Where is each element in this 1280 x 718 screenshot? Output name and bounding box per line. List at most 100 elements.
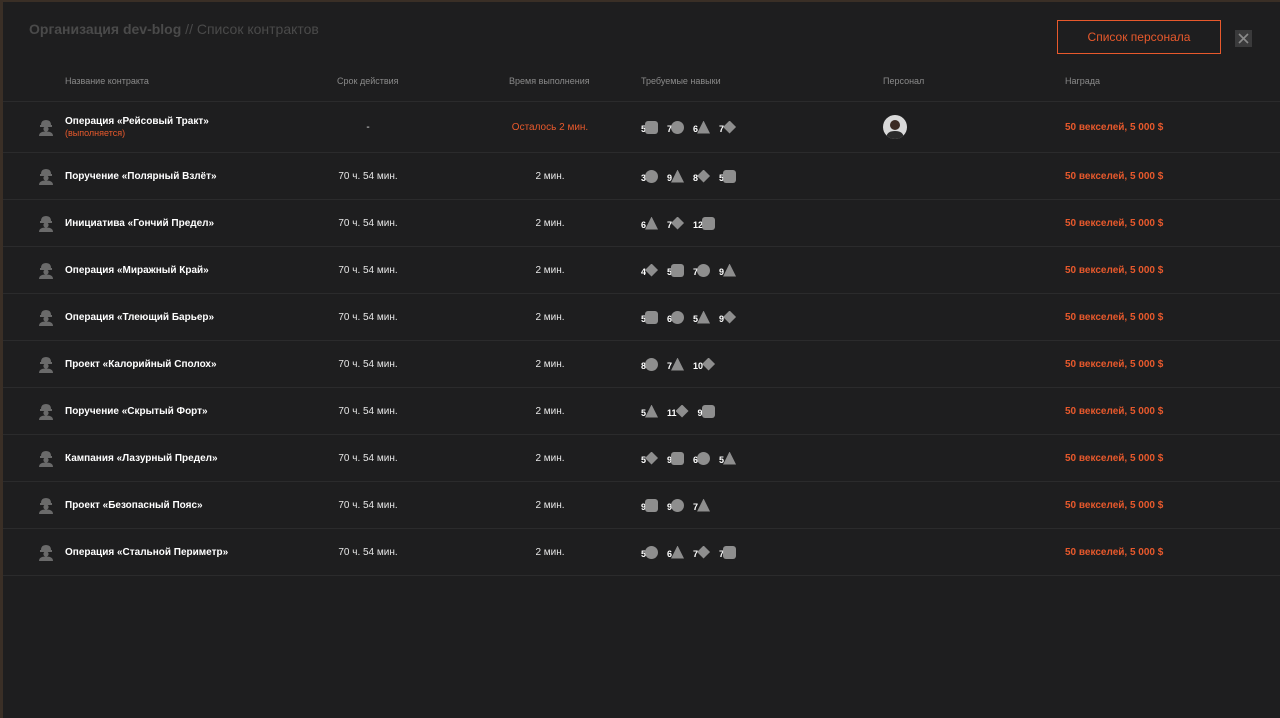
contracts-panel: Организация dev-blog // Список контракто… — [3, 2, 1280, 718]
skill-icon — [697, 169, 711, 183]
contract-exec-time: 2 мин. — [535, 546, 565, 558]
staff-list-button[interactable]: Список персонала — [1057, 20, 1221, 54]
contract-reward: 50 векселей, 5 000 $ — [1065, 121, 1164, 133]
table-row[interactable]: Поручение «Скрытый Форт» 70 ч. 54 мин. 2… — [3, 387, 1280, 434]
skill-badge[interactable]: 6 — [693, 451, 711, 465]
skill-level: 6 — [641, 219, 647, 230]
contract-reward: 50 векселей, 5 000 $ — [1065, 499, 1164, 511]
contract-duration: 70 ч. 54 мин. — [338, 358, 398, 370]
skill-badge[interactable]: 10 — [693, 357, 716, 371]
skill-badge[interactable]: 7 — [693, 498, 711, 512]
skill-badge[interactable]: 9 — [667, 169, 685, 183]
table-row[interactable]: Операция «Миражный Край» 70 ч. 54 мин. 2… — [3, 246, 1280, 293]
contract-title: Операция «Тлеющий Барьер» — [65, 311, 215, 323]
worker-icon — [35, 102, 57, 152]
table-row[interactable]: Проект «Калорийный Сполох» 70 ч. 54 мин.… — [3, 340, 1280, 387]
skill-badge[interactable]: 4 — [641, 263, 659, 277]
contract-title: Кампания «Лазурный Предел» — [65, 452, 218, 464]
breadcrumb: Организация dev-blog // Список контракто… — [29, 21, 319, 37]
contract-duration: 70 ч. 54 мин. — [338, 452, 398, 464]
skill-badge[interactable]: 12 — [693, 216, 716, 230]
skill-level: 9 — [719, 266, 725, 277]
skill-icon — [645, 263, 659, 277]
skill-icon — [697, 451, 711, 465]
staff-avatar[interactable] — [883, 115, 907, 139]
worker-icon — [35, 200, 57, 246]
skill-icon — [645, 357, 659, 371]
table-row[interactable]: Операция «Тлеющий Барьер» 70 ч. 54 мин. … — [3, 293, 1280, 340]
table-row[interactable]: Инициатива «Гончий Предел» 70 ч. 54 мин.… — [3, 199, 1280, 246]
assigned-staff — [883, 435, 913, 481]
skill-icon — [645, 404, 659, 418]
skill-badge[interactable]: 9 — [667, 451, 685, 465]
skill-badge[interactable]: 7 — [693, 545, 711, 559]
assigned-staff — [883, 388, 913, 434]
contract-duration: - — [366, 121, 370, 133]
table-row[interactable]: Операция «Рейсовый Тракт» (выполняется) … — [3, 101, 1280, 152]
skill-badge[interactable]: 9 — [719, 310, 737, 324]
table-row[interactable]: Поручение «Полярный Взлёт» 70 ч. 54 мин.… — [3, 152, 1280, 199]
contract-duration: 70 ч. 54 мин. — [338, 217, 398, 229]
skill-level: 6 — [693, 123, 699, 134]
skill-level: 7 — [667, 360, 673, 371]
assigned-staff — [883, 200, 913, 246]
contract-status: (выполняется) — [65, 128, 126, 138]
breadcrumb-page: Список контрактов — [196, 21, 319, 37]
skill-badge[interactable]: 5 — [719, 169, 737, 183]
skill-icon — [645, 120, 659, 134]
close-button[interactable] — [1235, 30, 1252, 47]
skill-badge[interactable]: 7 — [719, 120, 737, 134]
table-row[interactable]: Операция «Стальной Периметр» 70 ч. 54 ми… — [3, 528, 1280, 576]
skill-badge[interactable]: 8 — [693, 169, 711, 183]
skill-level: 9 — [667, 172, 673, 183]
skill-icon — [645, 169, 659, 183]
skill-badge[interactable]: 5 — [719, 451, 737, 465]
contract-duration: 70 ч. 54 мин. — [338, 499, 398, 511]
skill-badge[interactable]: 11 — [667, 404, 689, 418]
required-skills: 6 7 12 — [641, 200, 841, 246]
breadcrumb-org[interactable]: Организация dev-blog — [29, 21, 181, 37]
skill-icon — [645, 451, 659, 465]
skill-badge[interactable]: 9 — [719, 263, 737, 277]
column-staff: Персонал — [883, 76, 925, 86]
skill-badge[interactable]: 7 — [719, 545, 737, 559]
skill-badge[interactable]: 5 — [641, 545, 659, 559]
required-skills: 8 7 10 — [641, 341, 841, 387]
skill-icon — [723, 120, 737, 134]
skill-badge[interactable]: 5 — [641, 310, 659, 324]
skill-badge[interactable]: 8 — [641, 357, 659, 371]
contract-exec-time: 2 мин. — [535, 311, 565, 323]
skill-badge[interactable]: 9 — [698, 404, 715, 418]
skill-badge[interactable]: 6 — [667, 310, 685, 324]
skill-badge[interactable]: 7 — [693, 263, 711, 277]
skill-badge[interactable]: 3 — [641, 169, 659, 183]
skill-badge[interactable]: 5 — [667, 263, 685, 277]
skill-badge[interactable]: 5 — [641, 404, 659, 418]
skill-badge[interactable]: 9 — [641, 498, 659, 512]
skill-badge[interactable]: 6 — [641, 216, 659, 230]
contract-name-cell: Инициатива «Гончий Предел» — [65, 200, 325, 246]
contracts-table: Операция «Рейсовый Тракт» (выполняется) … — [3, 101, 1280, 576]
skill-badge[interactable]: 7 — [667, 216, 685, 230]
contract-name-cell: Кампания «Лазурный Предел» — [65, 435, 325, 481]
skill-badge[interactable]: 5 — [641, 120, 659, 134]
skill-icon — [671, 263, 685, 277]
skill-icon — [671, 216, 685, 230]
contract-duration: 70 ч. 54 мин. — [338, 311, 398, 323]
table-row[interactable]: Проект «Безопасный Пояс» 70 ч. 54 мин. 2… — [3, 481, 1280, 528]
skill-badge[interactable]: 7 — [667, 357, 685, 371]
table-row[interactable]: Кампания «Лазурный Предел» 70 ч. 54 мин.… — [3, 434, 1280, 481]
skill-badge[interactable]: 7 — [667, 120, 685, 134]
skill-badge[interactable]: 5 — [693, 310, 711, 324]
skill-badge[interactable]: 5 — [641, 451, 659, 465]
worker-icon — [35, 153, 57, 199]
skill-badge[interactable]: 6 — [667, 545, 685, 559]
contract-exec-time: 2 мин. — [535, 405, 565, 417]
skill-badge[interactable]: 9 — [667, 498, 685, 512]
skill-badge[interactable]: 6 — [693, 120, 711, 134]
skill-level: 5 — [693, 313, 699, 324]
contract-title: Инициатива «Гончий Предел» — [65, 217, 215, 229]
skill-icon — [671, 545, 685, 559]
required-skills: 565 9 — [641, 294, 841, 340]
top-bar: Организация dev-blog // Список контракто… — [3, 2, 1280, 68]
